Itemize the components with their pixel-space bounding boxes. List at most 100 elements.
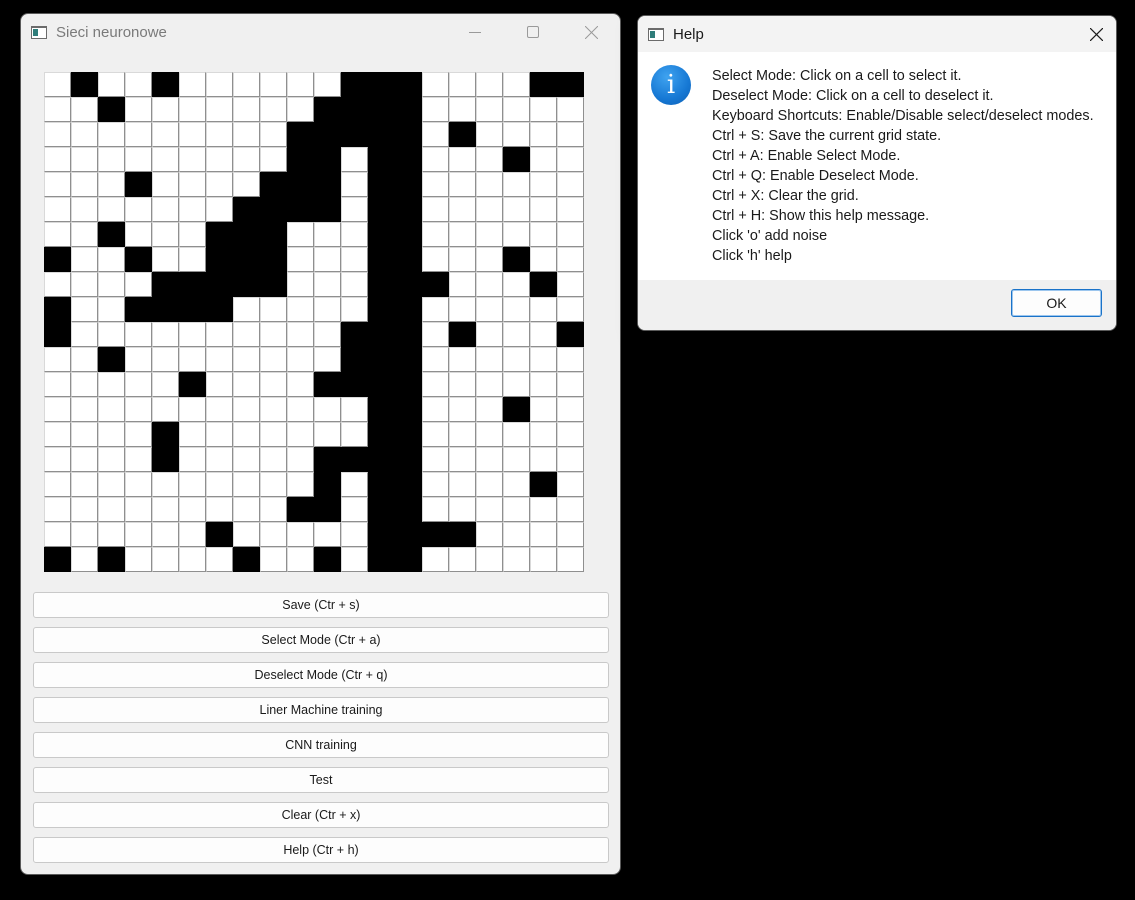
grid-cell[interactable] xyxy=(530,397,557,422)
grid-cell[interactable] xyxy=(395,272,422,297)
grid-cell[interactable] xyxy=(233,547,260,572)
grid-cell[interactable] xyxy=(557,72,584,97)
grid-cell[interactable] xyxy=(422,97,449,122)
grid-cell[interactable] xyxy=(179,322,206,347)
grid-cell[interactable] xyxy=(422,397,449,422)
grid-cell[interactable] xyxy=(125,72,152,97)
grid-cell[interactable] xyxy=(125,247,152,272)
grid-cell[interactable] xyxy=(179,347,206,372)
grid-cell[interactable] xyxy=(260,197,287,222)
grid-cell[interactable] xyxy=(287,422,314,447)
grid-cell[interactable] xyxy=(530,347,557,372)
grid-cell[interactable] xyxy=(503,172,530,197)
grid-cell[interactable] xyxy=(314,272,341,297)
grid-cell[interactable] xyxy=(206,72,233,97)
grid-cell[interactable] xyxy=(44,447,71,472)
grid-cell[interactable] xyxy=(422,72,449,97)
grid-cell[interactable] xyxy=(44,297,71,322)
grid-cell[interactable] xyxy=(125,272,152,297)
grid-cell[interactable] xyxy=(152,347,179,372)
grid-cell[interactable] xyxy=(260,272,287,297)
grid-cell[interactable] xyxy=(287,322,314,347)
grid-cell[interactable] xyxy=(152,72,179,97)
grid-cell[interactable] xyxy=(530,147,557,172)
grid-cell[interactable] xyxy=(422,522,449,547)
grid-cell[interactable] xyxy=(476,397,503,422)
grid-cell[interactable] xyxy=(125,322,152,347)
grid-cell[interactable] xyxy=(71,472,98,497)
grid-cell[interactable] xyxy=(395,297,422,322)
grid-cell[interactable] xyxy=(44,97,71,122)
grid-cell[interactable] xyxy=(98,422,125,447)
grid-cell[interactable] xyxy=(287,372,314,397)
grid-cell[interactable] xyxy=(395,172,422,197)
grid-cell[interactable] xyxy=(503,497,530,522)
grid-cell[interactable] xyxy=(152,297,179,322)
grid-cell[interactable] xyxy=(314,447,341,472)
grid-cell[interactable] xyxy=(125,397,152,422)
grid-cell[interactable] xyxy=(341,297,368,322)
grid-cell[interactable] xyxy=(179,122,206,147)
grid-cell[interactable] xyxy=(260,422,287,447)
grid-cell[interactable] xyxy=(179,522,206,547)
test-button[interactable]: Test xyxy=(33,767,609,793)
grid-cell[interactable] xyxy=(557,197,584,222)
grid-cell[interactable] xyxy=(179,247,206,272)
grid-cell[interactable] xyxy=(206,197,233,222)
grid-cell[interactable] xyxy=(395,472,422,497)
grid-cell[interactable] xyxy=(341,522,368,547)
grid-cell[interactable] xyxy=(476,497,503,522)
grid-cell[interactable] xyxy=(422,347,449,372)
cnn-training-button[interactable]: CNN training xyxy=(33,732,609,758)
grid-cell[interactable] xyxy=(287,122,314,147)
grid-cell[interactable] xyxy=(233,347,260,372)
grid-cell[interactable] xyxy=(503,547,530,572)
grid-cell[interactable] xyxy=(557,322,584,347)
grid-cell[interactable] xyxy=(341,97,368,122)
grid-cell[interactable] xyxy=(476,197,503,222)
grid-cell[interactable] xyxy=(179,372,206,397)
grid-cell[interactable] xyxy=(287,147,314,172)
grid-cell[interactable] xyxy=(476,297,503,322)
grid-cell[interactable] xyxy=(341,447,368,472)
grid-cell[interactable] xyxy=(449,147,476,172)
grid-cell[interactable] xyxy=(71,247,98,272)
grid-cell[interactable] xyxy=(152,397,179,422)
grid-cell[interactable] xyxy=(314,547,341,572)
grid-cell[interactable] xyxy=(98,222,125,247)
grid-cell[interactable] xyxy=(206,247,233,272)
grid-cell[interactable] xyxy=(449,297,476,322)
grid-cell[interactable] xyxy=(44,547,71,572)
grid-cell[interactable] xyxy=(98,397,125,422)
grid-cell[interactable] xyxy=(395,122,422,147)
grid-cell[interactable] xyxy=(152,197,179,222)
grid-cell[interactable] xyxy=(44,272,71,297)
grid-cell[interactable] xyxy=(314,322,341,347)
grid-cell[interactable] xyxy=(206,272,233,297)
grid-cell[interactable] xyxy=(152,97,179,122)
grid-cell[interactable] xyxy=(530,222,557,247)
grid-cell[interactable] xyxy=(260,397,287,422)
grid-cell[interactable] xyxy=(341,372,368,397)
grid-cell[interactable] xyxy=(260,147,287,172)
grid-cell[interactable] xyxy=(179,422,206,447)
grid-cell[interactable] xyxy=(449,447,476,472)
grid-cell[interactable] xyxy=(125,222,152,247)
grid-cell[interactable] xyxy=(233,322,260,347)
grid-cell[interactable] xyxy=(422,322,449,347)
grid-cell[interactable] xyxy=(476,547,503,572)
grid-cell[interactable] xyxy=(287,347,314,372)
grid-cell[interactable] xyxy=(422,272,449,297)
grid-cell[interactable] xyxy=(179,97,206,122)
grid-cell[interactable] xyxy=(503,122,530,147)
grid-cell[interactable] xyxy=(71,222,98,247)
grid-cell[interactable] xyxy=(395,497,422,522)
grid-cell[interactable] xyxy=(98,197,125,222)
grid-cell[interactable] xyxy=(530,172,557,197)
grid-cell[interactable] xyxy=(557,497,584,522)
grid-cell[interactable] xyxy=(314,172,341,197)
grid-cell[interactable] xyxy=(179,397,206,422)
grid-cell[interactable] xyxy=(395,547,422,572)
grid-cell[interactable] xyxy=(260,522,287,547)
grid-cell[interactable] xyxy=(530,472,557,497)
